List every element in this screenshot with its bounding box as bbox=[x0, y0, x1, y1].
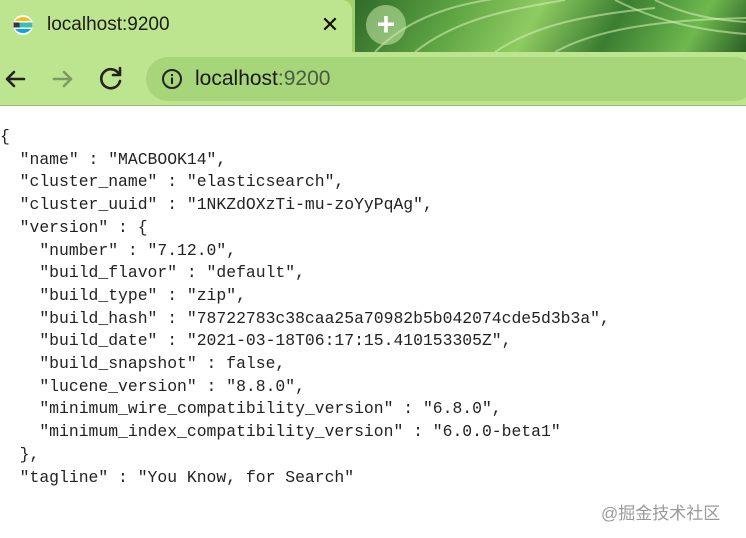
new-tab-button[interactable]: + bbox=[366, 5, 406, 45]
page-content: { "name" : "MACBOOK14", "cluster_name" :… bbox=[0, 106, 746, 538]
json-line: "build_hash" : "78722783c38caa25a70982b5… bbox=[0, 308, 610, 328]
json-line: "number" : "7.12.0", bbox=[0, 240, 237, 260]
json-line: }, bbox=[0, 444, 40, 464]
json-line: "build_snapshot" : false, bbox=[0, 354, 286, 374]
json-line: "cluster_uuid" : "1NKZdOXzTi-mu-zoYyPqAg… bbox=[0, 195, 433, 215]
json-line: "cluster_name" : "elasticsearch", bbox=[0, 172, 345, 192]
toolbar: localhost:9200 bbox=[0, 52, 746, 106]
browser-chrome: localhost:9200 ✕ + localhost:9200 bbox=[0, 0, 746, 106]
json-line: "build_date" : "2021-03-18T06:17:15.4101… bbox=[0, 331, 512, 351]
json-line: "version" : { bbox=[0, 217, 148, 237]
plus-icon: + bbox=[376, 6, 396, 42]
theme-background bbox=[355, 0, 746, 52]
json-line: "build_type" : "zip", bbox=[0, 285, 246, 305]
reload-icon[interactable] bbox=[94, 62, 128, 96]
json-line: "build_flavor" : "default", bbox=[0, 263, 305, 283]
url-text: localhost:9200 bbox=[195, 67, 330, 91]
url-host: localhost bbox=[195, 67, 278, 90]
url-port: :9200 bbox=[277, 67, 331, 90]
json-line: "tagline" : "You Know, for Search" bbox=[0, 467, 355, 487]
tab-active[interactable]: localhost:9200 ✕ bbox=[0, 0, 352, 52]
tab-strip: localhost:9200 ✕ + bbox=[0, 0, 746, 52]
arrow-right-icon[interactable] bbox=[46, 62, 80, 96]
elasticsearch-logo-icon bbox=[13, 15, 33, 35]
close-icon[interactable]: ✕ bbox=[318, 13, 342, 37]
address-bar[interactable]: localhost:9200 bbox=[146, 57, 746, 101]
json-line: "minimum_wire_compatibility_version" : "… bbox=[0, 399, 502, 419]
json-line: "lucene_version" : "8.8.0", bbox=[0, 376, 305, 396]
tab-title: localhost:9200 bbox=[47, 14, 170, 35]
watermark: @掘金技术社区 bbox=[601, 504, 721, 523]
json-line: "minimum_index_compatibility_version" : … bbox=[0, 422, 561, 442]
arrow-left-icon[interactable] bbox=[0, 62, 34, 96]
json-line: "name" : "MACBOOK14", bbox=[0, 149, 227, 169]
json-response: { "name" : "MACBOOK14", "cluster_name" :… bbox=[0, 126, 610, 489]
json-line: { bbox=[0, 127, 10, 146]
info-circle-icon[interactable] bbox=[161, 68, 183, 90]
